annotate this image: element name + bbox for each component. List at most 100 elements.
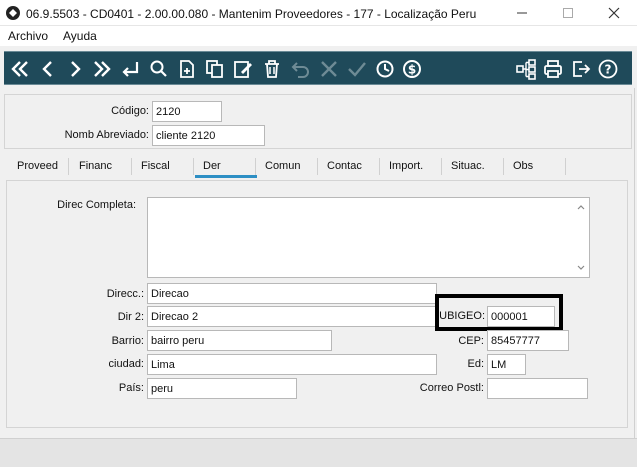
enter-button[interactable] [118,56,142,82]
tab-divider [379,158,380,175]
tab-fiscal[interactable]: Fiscal [141,155,170,179]
minimize-button[interactable] [499,0,545,26]
divider [634,88,635,438]
previous-icon [42,61,52,77]
tab-proveed[interactable]: Proveed [17,155,58,179]
cep-field[interactable]: 85457777 [487,330,569,351]
close-button[interactable] [591,0,637,26]
copy-button[interactable] [203,56,227,82]
undo-icon [291,62,309,78]
nomb-abreviado-label: Nomb Abreviado: [64,129,149,141]
title-bar: 06.9.5503 - CD0401 - 2.00.00.080 - Mante… [0,0,637,26]
toolbar: $ ? [4,51,632,85]
direcc-field[interactable]: Direcao [147,283,437,304]
tab-divider [255,158,256,175]
app-logo-icon [6,6,20,20]
ciudad-field[interactable]: Lima [147,354,437,375]
print-icon [544,60,562,78]
edit-icon [234,61,252,78]
tab-obs[interactable]: Obs [513,155,533,179]
cep-label: CEP: [458,335,484,347]
direc-completa-textarea[interactable] [147,197,590,278]
search-button[interactable] [147,56,171,82]
tab-divider [565,158,566,175]
menu-archivo[interactable]: Archivo [8,29,48,43]
direc-completa-label: Direc Completa: [57,199,136,211]
scroll-up-icon [577,205,585,210]
maximize-button[interactable] [545,0,591,26]
window-title: 06.9.5503 - CD0401 - 2.00.00.080 - Mante… [26,7,477,21]
structure-button[interactable] [514,56,538,82]
nomb-abreviado-field[interactable]: cliente 2120 [152,125,265,146]
pais-field[interactable]: peru [147,378,297,399]
pais-label: País: [118,382,144,394]
first-record-button[interactable] [8,56,32,82]
menu-ayuda[interactable]: Ayuda [63,29,97,43]
minimize-icon [517,12,527,14]
exit-button[interactable] [569,56,593,82]
svg-text:$: $ [408,63,416,77]
correo-postl-field[interactable] [487,378,588,399]
tab-divider [193,158,194,175]
active-tab-indicator [195,175,257,178]
correo-postl-label: Correo Postl: [419,382,484,394]
enter-icon [122,62,139,77]
next-icon [71,61,81,77]
codigo-label: Código: [111,105,149,117]
dir2-label: Dir 2: [117,311,144,323]
previous-record-button[interactable] [36,56,60,82]
tab-divider [68,158,69,175]
ed-field[interactable]: LM [487,354,526,375]
codigo-field[interactable]: 2120 [152,101,222,122]
scroll-down-icon [577,265,585,270]
dir2-field[interactable]: Direcao 2 [147,306,437,327]
direcc-label: Direcc.: [106,288,144,300]
help-icon: ? [598,59,618,79]
cancel-button[interactable] [317,56,341,82]
edit-button[interactable] [231,56,255,82]
new-icon [180,60,194,78]
cancel-icon [321,61,337,77]
maximize-icon [563,8,573,18]
undo-button[interactable] [289,56,313,82]
last-record-button[interactable] [90,56,114,82]
tab-contac[interactable]: Contac [327,155,362,179]
search-icon [150,60,167,77]
currency-icon: $ [403,60,421,78]
menu-bar: Archivo Ayuda [0,26,637,46]
textarea-scrollbar[interactable] [573,198,589,277]
tab-divider [441,158,442,175]
structure-icon [516,59,536,80]
status-bar [0,438,637,467]
tab-divider [503,158,504,175]
check-icon [348,62,366,77]
ed-label: Ed: [467,358,484,370]
history-icon [376,60,394,78]
help-button[interactable]: ? [596,56,620,82]
last-icon [94,61,111,77]
tab-import[interactable]: Import. [389,155,423,179]
confirm-button[interactable] [345,56,369,82]
copy-icon [206,60,223,78]
currency-button[interactable]: $ [400,56,424,82]
tab-bar: Proveed Financ Fiscal Der Comun Contac I… [5,155,625,179]
ubigeo-highlight [435,294,563,331]
tab-situac[interactable]: Situac. [451,155,485,179]
tab-divider [131,158,132,175]
ciudad-label: ciudad: [108,358,144,370]
tab-divider [317,158,318,175]
delete-button[interactable] [260,56,284,82]
barrio-field[interactable]: bairro peru [147,330,332,351]
trash-icon [265,60,279,78]
print-button[interactable] [541,56,565,82]
svg-text:?: ? [605,63,612,77]
exit-icon [573,61,591,77]
barrio-label: Barrio: [111,335,144,347]
tab-comun[interactable]: Comun [265,155,300,179]
next-record-button[interactable] [63,56,87,82]
close-icon [608,7,620,19]
tab-financ[interactable]: Financ [79,155,112,179]
new-button[interactable] [175,56,199,82]
first-icon [11,61,28,77]
history-button[interactable] [373,56,397,82]
